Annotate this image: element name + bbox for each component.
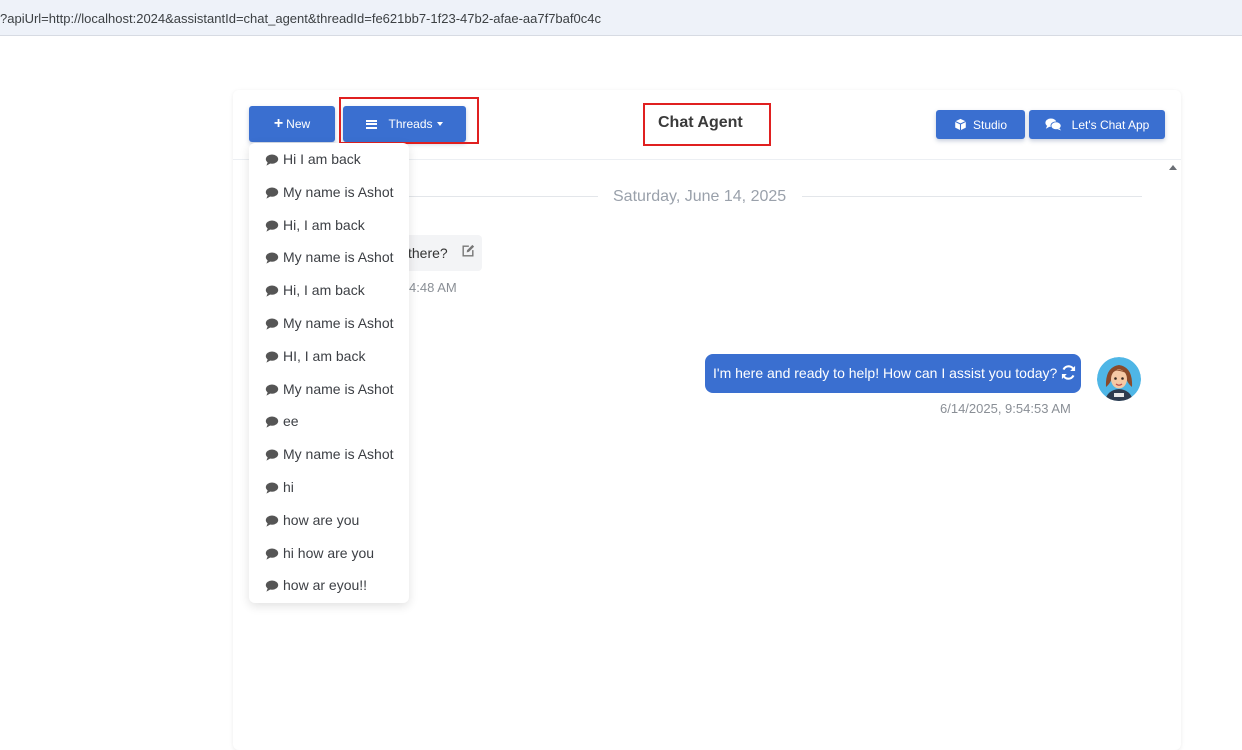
comment-icon bbox=[265, 153, 279, 166]
thread-item-label: hi bbox=[283, 479, 294, 495]
thread-item-label: ee bbox=[283, 413, 299, 430]
thread-item[interactable]: My name is Ashot bbox=[249, 177, 409, 207]
highlight-box-threads bbox=[339, 97, 479, 144]
comment-icon bbox=[265, 514, 279, 527]
thread-item[interactable]: Hi, I am back bbox=[249, 275, 409, 305]
thread-item[interactable]: ee bbox=[249, 406, 409, 436]
lets-chat-app-label: Let's Chat App bbox=[1071, 117, 1150, 132]
comment-icon bbox=[265, 251, 279, 264]
threads-dropdown-menu: Hi I am back My name is Ashot Hi, I am bac… bbox=[249, 143, 409, 603]
separator-line-right bbox=[802, 196, 1142, 197]
thread-item[interactable]: how ar eyou!! bbox=[249, 570, 409, 600]
user-message-text: there? bbox=[408, 245, 448, 261]
comment-icon bbox=[265, 415, 279, 428]
thread-item-label: My name is Ashot bbox=[283, 446, 394, 463]
comment-icon bbox=[265, 317, 279, 330]
comment-icon bbox=[265, 284, 279, 297]
highlight-box-title bbox=[643, 103, 771, 146]
comment-icon bbox=[265, 448, 279, 461]
thread-item[interactable]: hi how are you bbox=[249, 538, 409, 568]
lets-chat-app-button[interactable]: Let's Chat App bbox=[1029, 110, 1165, 139]
plus-icon: + bbox=[273, 115, 284, 132]
studio-label: Studio bbox=[972, 117, 1008, 132]
comment-icon bbox=[265, 481, 279, 494]
thread-item-label: Hi I am back bbox=[283, 151, 361, 167]
thread-item-label: My name is Ashot bbox=[283, 380, 394, 397]
thread-item[interactable]: Hi I am back bbox=[249, 144, 409, 174]
edit-icon[interactable] bbox=[461, 244, 475, 258]
thread-item-label: My name is Ashot bbox=[283, 315, 394, 331]
comment-icon bbox=[265, 186, 279, 199]
date-separator: Saturday, June 14, 2025 bbox=[380, 187, 1142, 207]
thread-item-label: how ar eyou!! bbox=[283, 577, 368, 594]
cube-icon bbox=[954, 118, 967, 131]
comment-icon bbox=[265, 219, 279, 232]
studio-button[interactable]: Studio bbox=[936, 110, 1025, 139]
thread-item-label: HI, I am back bbox=[283, 347, 366, 364]
assistant-message-bubble: I'm here and ready to help! How can I as… bbox=[705, 354, 1081, 393]
thread-item[interactable]: how are you bbox=[249, 505, 409, 535]
thread-item[interactable]: Hi, I am back bbox=[249, 210, 409, 240]
address-url[interactable]: ?apiUrl=http://localhost:2024&assistantI… bbox=[0, 11, 601, 26]
thread-item-label: My name is Ashot bbox=[283, 183, 394, 200]
browser-address-bar[interactable]: ?apiUrl=http://localhost:2024&assistantI… bbox=[0, 0, 1242, 36]
new-thread-button[interactable]: + New bbox=[249, 106, 335, 142]
thread-item-label: how are you bbox=[283, 511, 360, 528]
thread-item[interactable]: hi bbox=[249, 472, 409, 502]
new-thread-label: New bbox=[286, 117, 311, 131]
comment-icon bbox=[265, 547, 279, 560]
thread-item-label: hi how are you bbox=[283, 544, 375, 561]
assistant-avatar bbox=[1097, 357, 1141, 401]
comment-icon bbox=[265, 383, 279, 396]
scroll-up-arrow[interactable] bbox=[1169, 165, 1177, 170]
thread-item[interactable]: My name is Ashot bbox=[249, 308, 409, 338]
thread-item-label: Hi, I am back bbox=[283, 282, 365, 299]
assistant-message-timestamp: 6/14/2025, 9:54:53 AM bbox=[940, 401, 1071, 416]
separator-line-left bbox=[380, 196, 598, 197]
comments-icon bbox=[1045, 118, 1062, 131]
thread-item[interactable]: My name is Ashot bbox=[249, 374, 409, 404]
date-separator-text: Saturday, June 14, 2025 bbox=[613, 188, 787, 205]
assistant-message-text: I'm here and ready to help! How can I as… bbox=[713, 365, 1058, 381]
thread-item[interactable]: My name is Ashot bbox=[249, 242, 409, 272]
thread-item-label: Hi, I am back bbox=[283, 216, 365, 233]
refresh-icon[interactable] bbox=[1060, 364, 1077, 381]
user-message-timestamp: 4:48 AM bbox=[409, 280, 457, 295]
thread-item[interactable]: HI, I am back bbox=[249, 341, 409, 371]
thread-item[interactable]: My name is Ashot bbox=[249, 439, 409, 469]
comment-icon bbox=[265, 579, 279, 592]
thread-item-label: My name is Ashot bbox=[283, 249, 394, 266]
comment-icon bbox=[265, 350, 279, 363]
